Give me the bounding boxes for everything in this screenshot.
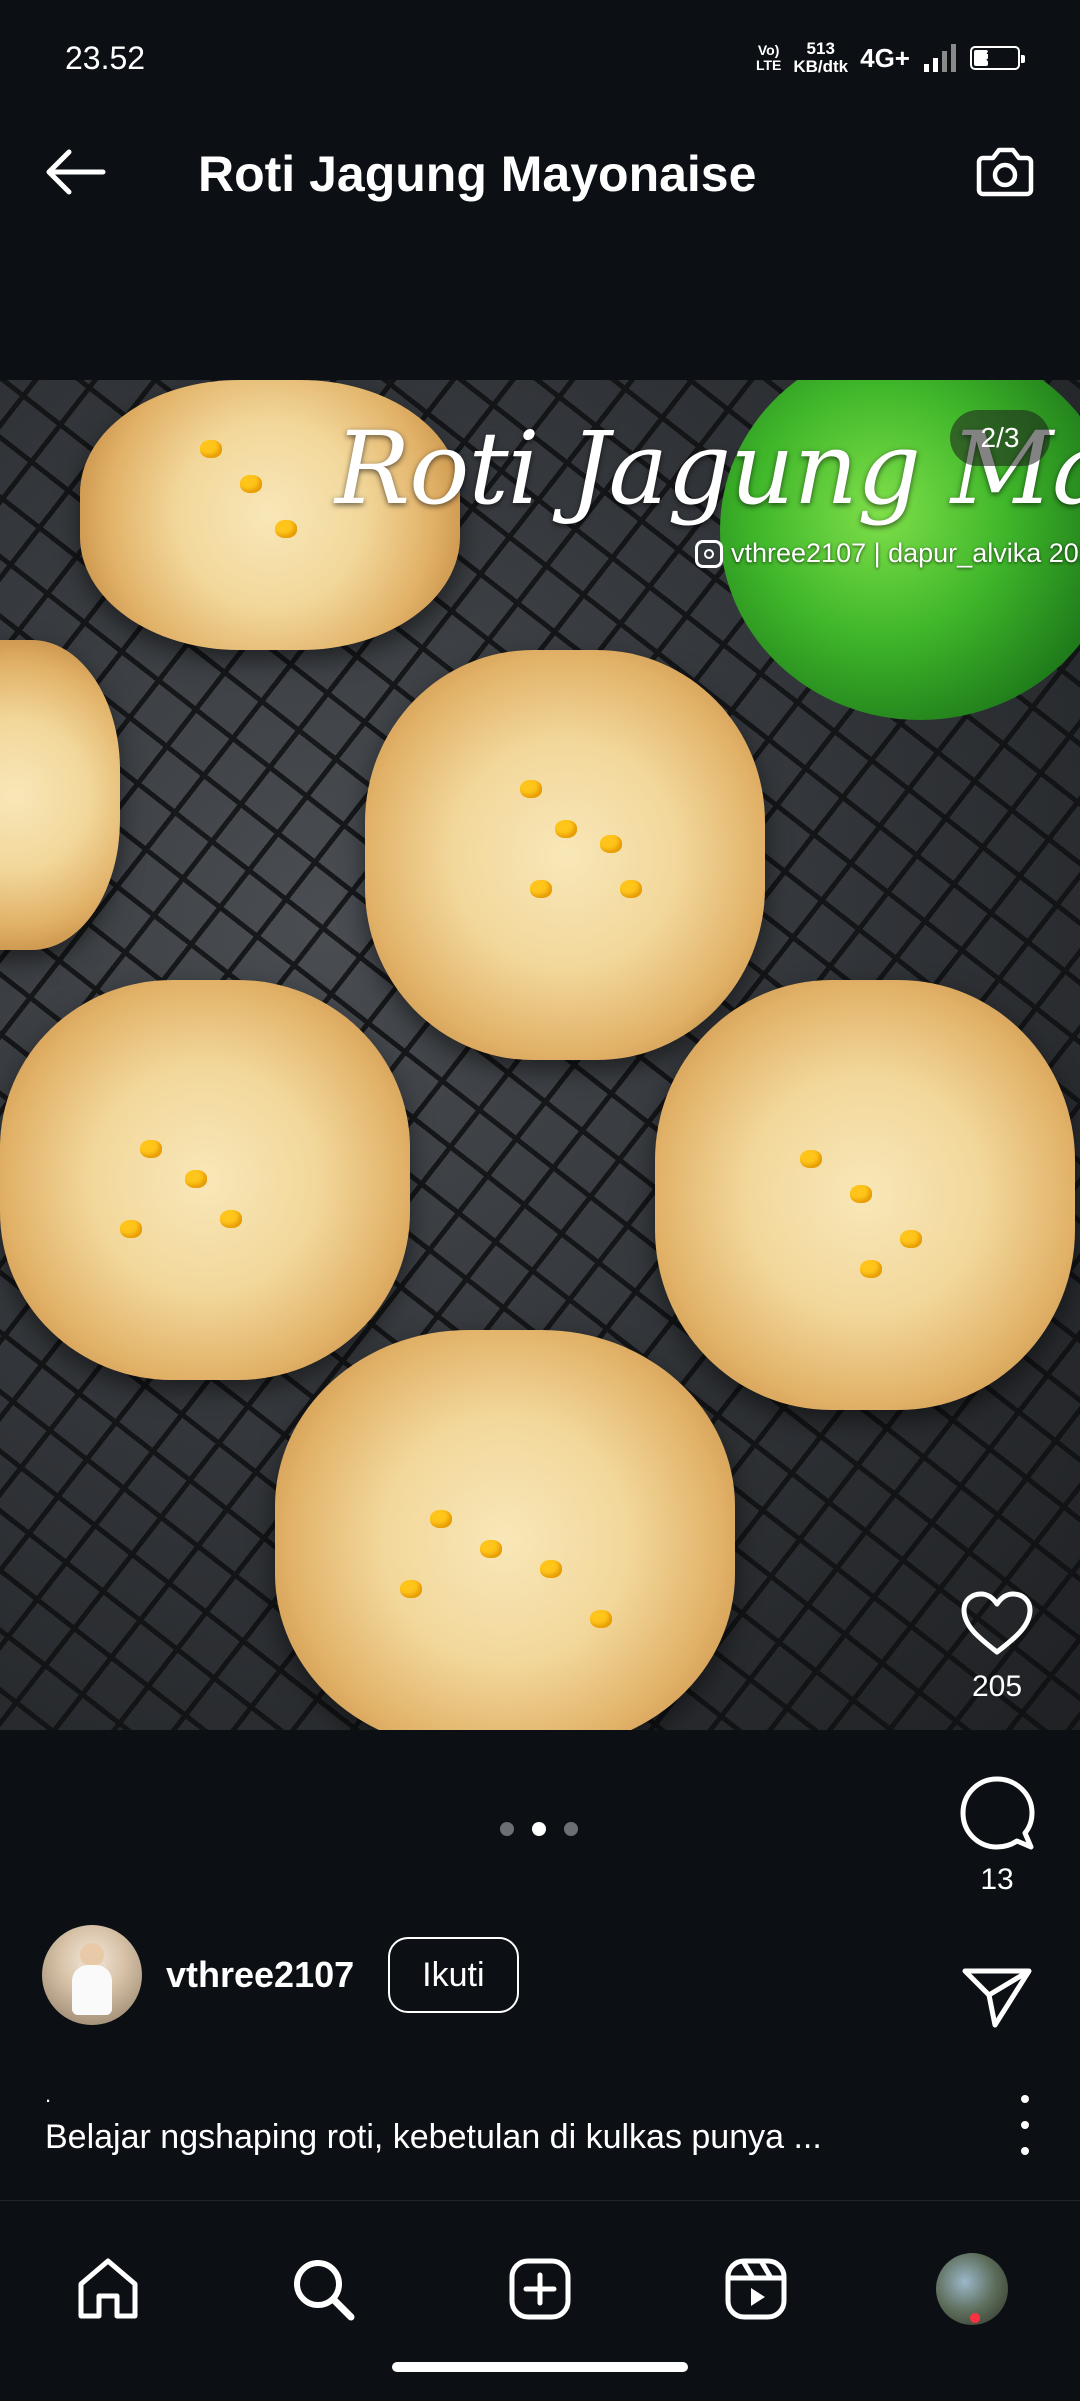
top-app-bar: Roti Jagung Mayonaise [0,110,1080,230]
camera-icon [976,147,1034,197]
signal-icon [924,44,956,72]
speed-value: 513 [806,39,835,58]
username[interactable]: vthree2107 [166,1954,354,1996]
status-icons: Vo) LTE 513 KB/dtk 4G+ 31 [756,38,1025,78]
carousel-dot-2 [532,1822,546,1836]
post-caption[interactable]: Belajar ngshaping roti, kebetulan di kul… [45,2118,822,2157]
like-count: 205 [971,1670,1023,1703]
nav-create[interactable] [500,2249,580,2329]
carousel-indicator [500,1822,578,1836]
status-time: 23.52 [65,40,146,76]
network-speed: 513 KB/dtk [793,40,848,76]
page-title: Roti Jagung Mayonaise [198,146,757,202]
volte-top: Vo) [757,42,780,58]
more-vertical-icon [1021,2095,1029,2103]
carousel-dot-1 [500,1822,514,1836]
nav-home[interactable] [68,2249,148,2329]
battery-level: 31 [986,49,1004,66]
camera-button[interactable] [970,140,1040,204]
arrow-left-icon [46,149,106,195]
speed-unit: KB/dtk [793,57,849,76]
send-icon [962,1968,1032,2028]
avatar[interactable] [42,1925,142,2025]
home-indicator[interactable] [392,2362,688,2372]
more-options-button[interactable] [1010,2095,1040,2155]
volte-indicator: Vo) LTE [756,43,781,73]
nav-reels[interactable] [716,2249,796,2329]
notification-dot [970,2313,980,2323]
comment-count: 13 [980,1863,1014,1896]
back-button[interactable] [40,142,110,202]
image-credit-text: vthree2107 | dapur_alvika 2021 [731,538,1080,568]
carousel-page-counter: 2/3 [950,410,1050,466]
status-bar: 23.52 Vo) LTE 513 KB/dtk 4G+ 31 [0,0,1080,95]
search-icon [294,2260,355,2321]
caption-dot: . [45,2082,52,2107]
add-icon [509,2258,571,2320]
battery-icon: 31 [970,46,1025,70]
follow-button[interactable]: Ikuti [388,1937,519,2013]
volte-bottom: LTE [755,57,782,73]
author-row: vthree2107 Ikuti [42,1925,519,2025]
instagram-icon [695,539,723,568]
carousel-dot-3 [564,1822,578,1836]
like-button[interactable]: 205 [942,1590,1052,1704]
share-button[interactable] [942,1965,1052,2029]
network-type: 4G+ [860,42,910,73]
bread-bun [365,650,765,1060]
home-icon [78,2258,138,2319]
post-image[interactable]: Roti Jagung Mayo vthree2107 | dapur_alvi… [0,380,1080,1730]
reels-icon [725,2258,787,2320]
bread-bun [275,1330,735,1730]
image-overlay-credit: vthree2107 | dapur_alvika 2021 [695,538,1080,569]
nav-search[interactable] [283,2249,363,2329]
heart-icon [961,1591,1033,1655]
comment-button[interactable]: 13 [942,1775,1052,1897]
comment-icon [960,1776,1035,1850]
